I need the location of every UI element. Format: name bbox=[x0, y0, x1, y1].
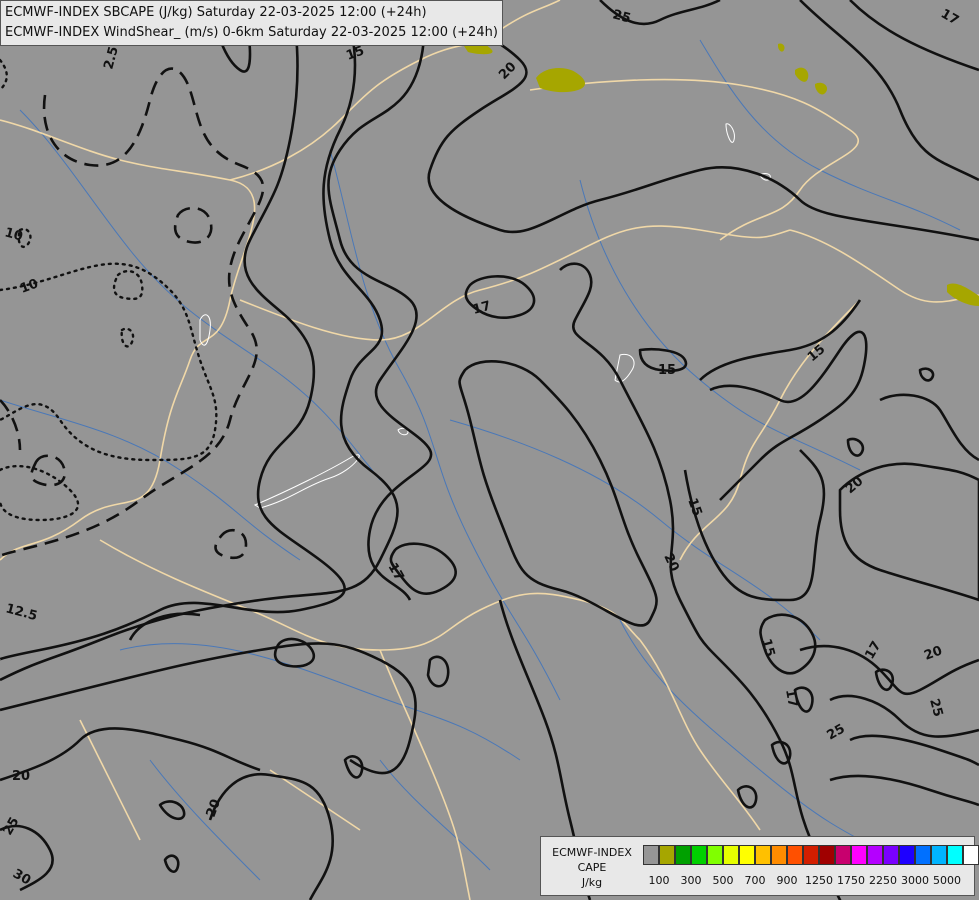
contour-label: 15 bbox=[658, 363, 676, 378]
legend-tick-label: 3000 bbox=[901, 874, 929, 887]
legend-tick-label: 5000 bbox=[933, 874, 961, 887]
legend-tick-label: 300 bbox=[680, 874, 702, 887]
legend-swatch bbox=[963, 845, 979, 865]
legend-swatch bbox=[819, 845, 835, 865]
title-windshear: ECMWF-INDEX WindShear_ (m/s) 0-6km Satur… bbox=[5, 25, 498, 40]
weather-map: 2.5 10 10 12.5 15 15 15 15 15 17 17 17 1… bbox=[0, 0, 979, 900]
legend-swatch bbox=[659, 845, 675, 865]
legend-swatch bbox=[803, 845, 819, 865]
legend-swatch bbox=[771, 845, 787, 865]
legend-swatch bbox=[851, 845, 867, 865]
legend-tick-label: 900 bbox=[776, 874, 798, 887]
legend-swatch bbox=[755, 845, 771, 865]
legend-caption-source: ECMWF-INDEX bbox=[552, 846, 632, 859]
map-background bbox=[0, 0, 979, 900]
legend-swatch bbox=[739, 845, 755, 865]
legend-swatch bbox=[723, 845, 739, 865]
contour-label: 20 bbox=[12, 769, 30, 784]
legend-color-scale bbox=[643, 845, 979, 865]
cape-legend: ECMWF-INDEX CAPE J/kg 100 300 500 700 900 125… bbox=[540, 836, 979, 896]
legend-swatch bbox=[835, 845, 851, 865]
legend-tick-label: 700 bbox=[744, 874, 766, 887]
legend-swatch bbox=[947, 845, 963, 865]
legend-tick-label: 1250 bbox=[805, 874, 833, 887]
legend-ticks: 100 300 500 700 900 1250 1750 2250 3000 5000 bbox=[643, 874, 973, 888]
contour-label: 17 bbox=[782, 688, 800, 708]
legend-swatch bbox=[675, 845, 691, 865]
legend-swatch bbox=[643, 845, 659, 865]
legend-tick-label: 100 bbox=[648, 874, 670, 887]
legend-caption: ECMWF-INDEX CAPE J/kg bbox=[547, 845, 637, 890]
legend-swatch bbox=[899, 845, 915, 865]
legend-caption-variable: CAPE bbox=[577, 861, 607, 874]
legend-tick-label: 2250 bbox=[869, 874, 897, 887]
map-title-box: ECMWF-INDEX SBCAPE (J/kg) Saturday 22-03… bbox=[0, 0, 503, 46]
legend-tick-label: 1750 bbox=[837, 874, 865, 887]
title-cape: ECMWF-INDEX SBCAPE (J/kg) Saturday 22-03… bbox=[5, 5, 427, 20]
legend-swatch bbox=[867, 845, 883, 865]
legend-swatch bbox=[915, 845, 931, 865]
map-canvas: 2.5 10 10 12.5 15 15 15 15 15 17 17 17 1… bbox=[0, 0, 979, 900]
legend-swatch bbox=[883, 845, 899, 865]
legend-caption-unit: J/kg bbox=[581, 876, 603, 889]
legend-swatch bbox=[691, 845, 707, 865]
legend-tick-label: 500 bbox=[712, 874, 734, 887]
legend-swatch bbox=[787, 845, 803, 865]
legend-swatch bbox=[707, 845, 723, 865]
legend-swatch bbox=[931, 845, 947, 865]
